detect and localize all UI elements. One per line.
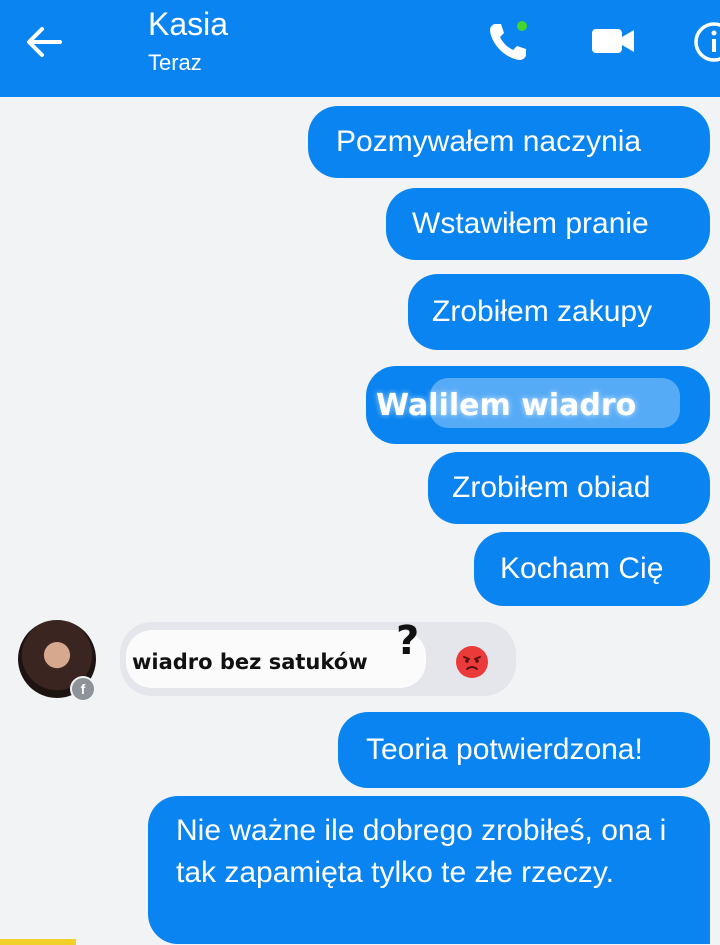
sent-message[interactable]: Nie ważne ile dobrego zrobiłeś, ona i ta… xyxy=(148,796,710,944)
back-button[interactable] xyxy=(22,22,66,62)
phone-icon xyxy=(490,21,527,60)
sent-message[interactable]: Zrobiłem obiad xyxy=(428,452,710,524)
message-text: Zrobiłem zakupy xyxy=(432,295,653,328)
voice-call-button[interactable] xyxy=(486,18,532,64)
sent-message[interactable]: Walilem wiadro xyxy=(366,366,710,444)
sent-message[interactable]: Zrobiłem zakupy xyxy=(408,274,710,350)
sent-message[interactable]: Wstawiłem pranie xyxy=(386,188,710,260)
question-mark: ? xyxy=(396,618,420,664)
sent-message[interactable]: Kocham Cię xyxy=(474,532,710,606)
facebook-badge-icon: f xyxy=(70,676,96,702)
chat-header: Kasia Teraz xyxy=(0,0,720,97)
angry-face-graphic xyxy=(463,656,481,670)
info-icon xyxy=(694,22,720,62)
message-text: Pozmywałem naczynia xyxy=(336,125,642,158)
message-text: Zrobiłem obiad xyxy=(452,471,651,504)
message-text: wiadro bez satuków xyxy=(132,650,368,674)
video-camera-icon xyxy=(592,29,634,53)
watermark-strip xyxy=(0,939,76,945)
sent-message[interactable]: Teoria potwierdzona! xyxy=(338,712,710,788)
sent-message[interactable]: Pozmywałem naczynia xyxy=(308,106,710,178)
info-button[interactable] xyxy=(692,20,720,64)
message-text: Wstawiłem pranie xyxy=(412,207,649,240)
message-text: Walilem wiadro xyxy=(376,387,637,423)
message-text: Nie ważne ile dobrego zrobiłeś, ona i ta… xyxy=(176,814,667,889)
message-text: Teoria potwierdzona! xyxy=(366,733,643,766)
video-call-button[interactable] xyxy=(590,24,636,58)
back-arrow-icon xyxy=(27,27,62,57)
contact-name[interactable]: Kasia xyxy=(148,6,228,43)
message-text: Kocham Cię xyxy=(500,552,664,585)
angry-face-icon[interactable] xyxy=(456,646,488,678)
contact-status: Teraz xyxy=(148,50,202,75)
